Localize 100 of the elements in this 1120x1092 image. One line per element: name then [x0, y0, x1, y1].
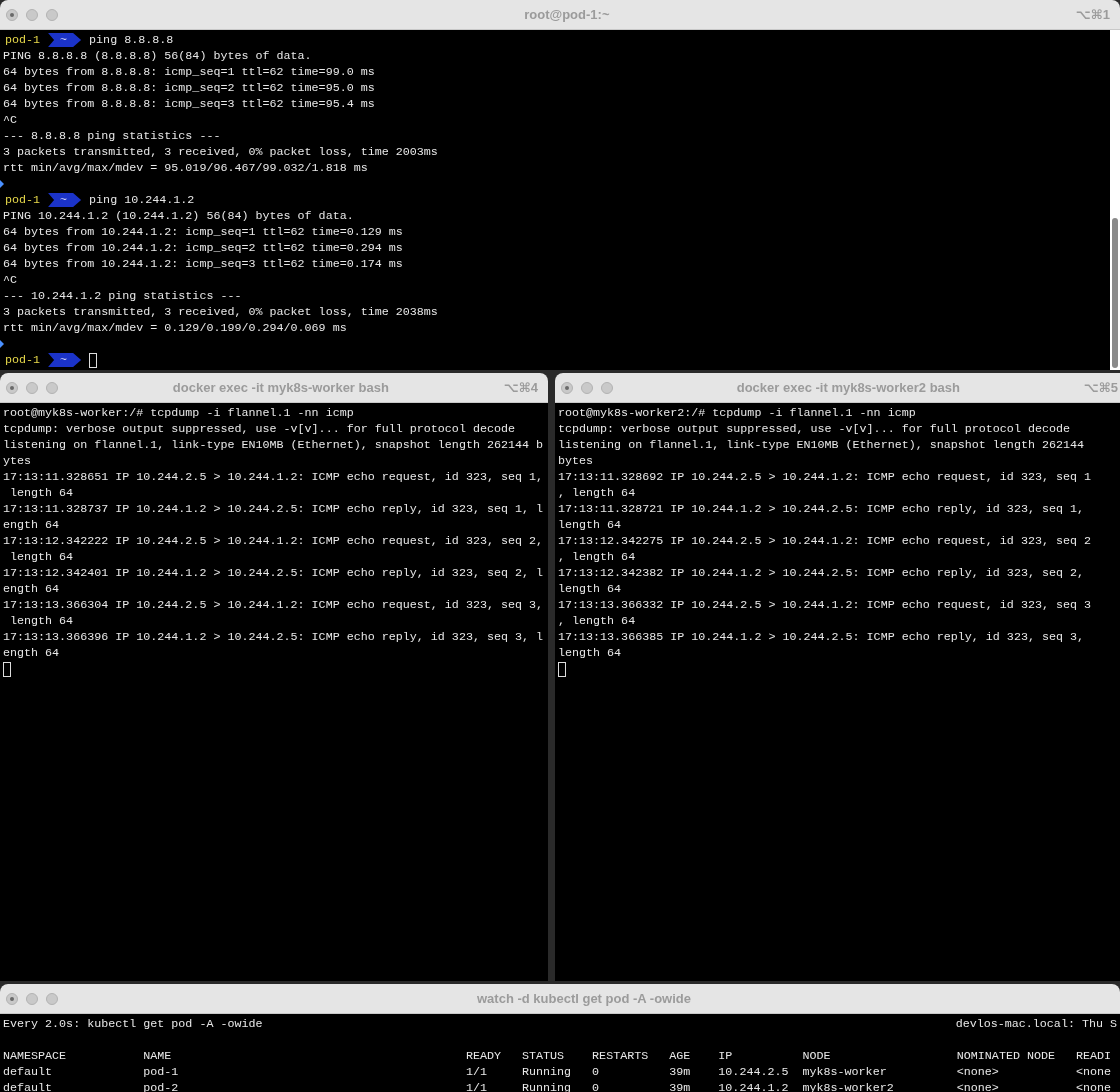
output-line: bytes [558, 453, 594, 469]
minimize-button[interactable] [581, 381, 593, 394]
output-line: listening on flannel.1, link-type EN10MB (Ethernet), snapshot length 262144 b [3, 437, 544, 453]
command-text: ping 10.244.1.2 [89, 192, 195, 208]
window-title: docker exec -it myk8s-worker2 bash [735, 380, 961, 395]
output-line: 17:13:13.366385 IP 10.244.1.2 > 10.244.2.5: ICMP echo reply, id 323, seq 3, [558, 629, 1085, 645]
output-line: 64 bytes from 10.244.1.2: icmp_seq=2 ttl=62 time=0.294 ms [3, 240, 403, 256]
output-line: ength 64 [3, 645, 60, 661]
table-cell-text: 10.244.2.5 [718, 1064, 790, 1080]
column-header: NOMINATED NODE [956, 1048, 1056, 1064]
output-line: 64 bytes from 8.8.8.8: icmp_seq=1 ttl=62 time=99.0 ms [3, 64, 375, 80]
column-header: READI [1076, 1048, 1113, 1064]
output-line: ^C [3, 272, 18, 288]
output-line: root@myk8s-worker2:/# tcpdump -i flannel.1 -nn icmp [558, 405, 916, 421]
table-cell-text: 39m [669, 1064, 692, 1080]
output-line: --- 10.244.1.2 ping statistics --- [3, 288, 242, 304]
output-line: 17:13:13.366332 IP 10.244.2.5 > 10.244.1.2: ICMP echo request, id 323, seq 3 [558, 597, 1092, 613]
zoom-button[interactable] [46, 8, 58, 21]
window-title: watch -d kubectl get pod -A -owide [476, 991, 692, 1006]
output-line: 17:13:12.342275 IP 10.244.2.5 > 10.244.1.2: ICMP echo request, id 323, seq 2 [558, 533, 1092, 549]
output-line: rtt min/avg/max/mdev = 0.129/0.199/0.294/0.069 ms [3, 320, 347, 336]
minimize-button[interactable] [26, 992, 38, 1005]
output-line: root@myk8s-worker:/# tcpdump -i flannel.1 -nn icmp [3, 405, 354, 421]
watch-header: Every 2.0s: kubectl get pod -A -owide [3, 1016, 263, 1032]
minimize-button[interactable] [26, 381, 38, 394]
close-button[interactable] [6, 8, 18, 21]
output-line: 17:13:11.328737 IP 10.244.1.2 > 10.244.2.5: ICMP echo reply, id 323, seq 1, l [3, 501, 544, 517]
table-cell-text: <none> [956, 1064, 1000, 1080]
table-cell-text: <none [1076, 1064, 1113, 1080]
output-line: 17:13:12.342401 IP 10.244.1.2 > 10.244.2.5: ICMP echo reply, id 323, seq 2, l [3, 565, 544, 581]
cursor-icon [3, 661, 11, 677]
output-line: 17:13:13.366304 IP 10.244.2.5 > 10.244.1.2: ICMP echo request, id 323, seq 3, [3, 597, 544, 613]
window-title: root@pod-1:~ [523, 7, 611, 22]
output-line: 64 bytes from 10.244.1.2: icmp_seq=1 ttl=62 time=0.129 ms [3, 224, 403, 240]
table-cell-text: 1/1 [465, 1064, 488, 1080]
output-line: ytes [3, 453, 32, 469]
output-line: 17:13:11.328651 IP 10.244.2.5 > 10.244.1.2: ICMP echo request, id 323, seq 1, [3, 469, 544, 485]
output-line: ^C [3, 112, 18, 128]
table-cell-text: <none [1076, 1080, 1113, 1092]
output-line: length 64 [558, 645, 622, 661]
output-line: , length 64 [558, 549, 636, 565]
window-title: docker exec -it myk8s-worker bash [171, 380, 390, 395]
prompt-directory: ~ [48, 193, 82, 207]
output-line: , length 64 [558, 613, 636, 629]
output-line: tcpdump: verbose output suppressed, use -v[v]... for full protocol decode [3, 421, 515, 437]
column-header: AGE [669, 1048, 692, 1064]
zoom-button[interactable] [601, 381, 613, 394]
prompt-directory: ~ [48, 353, 82, 367]
minimize-button[interactable] [26, 8, 38, 21]
table-cell-text: 10.244.1.2 [718, 1080, 790, 1092]
output-line: length 64 [9, 549, 74, 565]
output-line: PING 10.244.1.2 (10.244.1.2) 56(84) bytes of data. [3, 208, 354, 224]
table-cell-text: default [3, 1064, 54, 1080]
output-line: listening on flannel.1, link-type EN10MB (Ethernet), snapshot length 262144 [558, 437, 1085, 453]
prompt-directory: ~ [48, 33, 82, 47]
table-cell-text: default [3, 1080, 54, 1092]
scrollbar[interactable] [1110, 30, 1120, 370]
column-header: NAMESPACE [3, 1048, 68, 1064]
prompt-host: pod-1 [4, 192, 42, 208]
output-line: 64 bytes from 10.244.1.2: icmp_seq=3 ttl=62 time=0.174 ms [3, 256, 403, 272]
output-line: 17:13:11.328721 IP 10.244.1.2 > 10.244.2.5: ICMP echo reply, id 323, seq 1, [558, 501, 1085, 517]
output-line: length 64 [558, 581, 622, 597]
table-cell-text: <none> [956, 1080, 1000, 1092]
output-line: rtt min/avg/max/mdev = 95.019/96.467/99.032/1.818 ms [3, 160, 368, 176]
output-line: ength 64 [3, 581, 60, 597]
prompt-marker-icon [0, 340, 4, 348]
column-header: NODE [802, 1048, 832, 1064]
close-button[interactable] [6, 992, 18, 1005]
output-line: 17:13:11.328692 IP 10.244.2.5 > 10.244.1.2: ICMP echo request, id 323, seq 1 [558, 469, 1092, 485]
cursor-icon [558, 661, 566, 677]
output-line: 17:13:12.342382 IP 10.244.1.2 > 10.244.2.5: ICMP echo reply, id 323, seq 2, [558, 565, 1085, 581]
output-line: length 64 [558, 517, 622, 533]
output-line: tcpdump: verbose output suppressed, use -v[v]... for full protocol decode [558, 421, 1070, 437]
output-line: PING 8.8.8.8 (8.8.8.8) 56(84) bytes of data. [3, 48, 312, 64]
zoom-button[interactable] [46, 992, 58, 1005]
output-line: 17:13:13.366396 IP 10.244.1.2 > 10.244.2.5: ICMP echo reply, id 323, seq 3, l [3, 629, 544, 645]
zoom-button[interactable] [46, 381, 58, 394]
column-header: NAME [143, 1048, 173, 1064]
prompt-marker-icon [0, 180, 4, 188]
table-cell-text: 0 [592, 1080, 601, 1092]
column-header: RESTARTS [592, 1048, 650, 1064]
output-line: 3 packets transmitted, 3 received, 0% packet loss, time 2003ms [3, 144, 438, 160]
window-shortcut: ⌥⌘5 [1083, 380, 1118, 395]
output-line: --- 8.8.8.8 ping statistics --- [3, 128, 221, 144]
output-line: length 64 [9, 613, 74, 629]
output-line: 64 bytes from 8.8.8.8: icmp_seq=3 ttl=62 time=95.4 ms [3, 96, 375, 112]
table-cell-text: pod-1 [143, 1064, 180, 1080]
prompt-host: pod-1 [4, 32, 42, 48]
close-button[interactable] [6, 381, 18, 394]
column-header: IP [718, 1048, 734, 1064]
watch-host: devlos-mac.local: Thu S [955, 1016, 1117, 1032]
output-line: 3 packets transmitted, 3 received, 0% packet loss, time 2038ms [3, 304, 438, 320]
table-cell-text: Running [522, 1064, 573, 1080]
output-line: length 64 [9, 485, 74, 501]
table-cell-text: 39m [669, 1080, 692, 1092]
close-button[interactable] [561, 381, 573, 394]
output-line: 64 bytes from 8.8.8.8: icmp_seq=2 ttl=62 time=95.0 ms [3, 80, 375, 96]
column-header: STATUS [522, 1048, 566, 1064]
prompt-host: pod-1 [4, 352, 42, 368]
command-text: ping 8.8.8.8 [89, 32, 174, 48]
